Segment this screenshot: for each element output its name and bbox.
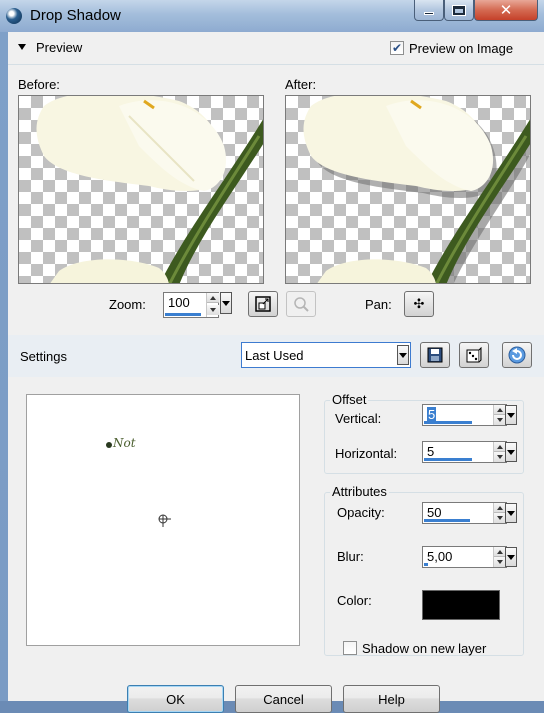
app-icon: [6, 8, 22, 24]
zoom-slider-bar[interactable]: [165, 313, 201, 316]
reset-button[interactable]: [502, 342, 532, 368]
zoom-value: 100: [168, 295, 190, 310]
zoom-preview-button[interactable]: [286, 291, 316, 317]
reset-arrow-icon: [508, 346, 526, 364]
blur-value: 5,00: [427, 549, 453, 564]
magnifier-icon: [294, 297, 309, 312]
after-flower-image: [303, 96, 530, 283]
vertical-input[interactable]: 5: [422, 404, 507, 426]
before-label: Before:: [18, 77, 60, 92]
preset-dropdown[interactable]: Last Used: [241, 342, 411, 368]
shadow-offset-canvas[interactable]: Not: [26, 394, 300, 646]
move-icon: ✣: [413, 296, 425, 311]
preview-on-image-label[interactable]: Preview on Image: [409, 41, 513, 56]
close-button[interactable]: ✕: [474, 0, 538, 21]
blur-dropdown-button[interactable]: [505, 547, 517, 567]
vertical-label: Vertical:: [335, 411, 382, 426]
zoom-to-fit-button[interactable]: [248, 291, 278, 317]
zoom-down-icon[interactable]: [207, 305, 219, 315]
floppy-disk-icon: [427, 347, 443, 363]
shadow-color-swatch[interactable]: [422, 590, 500, 620]
title-bar[interactable]: Drop Shadow ✕: [0, 0, 544, 32]
randomize-button[interactable]: [459, 342, 489, 368]
preview-label: Preview: [36, 40, 83, 55]
checkmark-icon: ✔: [391, 41, 403, 55]
vertical-dropdown-button[interactable]: [505, 405, 517, 425]
help-button[interactable]: Help: [343, 685, 440, 713]
preset-value: Last Used: [245, 348, 304, 363]
divider: [8, 64, 544, 65]
pan-button[interactable]: ✣: [404, 291, 434, 317]
zoom-spinner[interactable]: [206, 293, 219, 317]
opacity-label: Opacity:: [337, 505, 385, 520]
vertical-slider-bar[interactable]: [424, 421, 472, 424]
before-flower-image: [36, 96, 263, 283]
attributes-title: Attributes: [330, 484, 389, 499]
zoom-input[interactable]: 100: [163, 292, 219, 318]
horizontal-label: Horizontal:: [335, 446, 398, 461]
settings-label: Settings: [20, 349, 67, 364]
zoom-dropdown-button[interactable]: [220, 292, 232, 314]
after-label: After:: [285, 77, 317, 92]
after-preview-image[interactable]: [285, 95, 531, 284]
pan-label: Pan:: [365, 297, 392, 312]
zoom-label: Zoom:: [109, 297, 146, 312]
opacity-input[interactable]: 50: [422, 502, 507, 524]
dice-icon: [466, 347, 482, 363]
attributes-group: Attributes Opacity: 50 Blur: 5,00 Color:: [324, 484, 524, 656]
horizontal-value: 5: [427, 444, 435, 459]
window-title: Drop Shadow: [30, 7, 121, 24]
offset-title: Offset: [330, 392, 369, 407]
color-label: Color:: [337, 593, 372, 608]
horizontal-input[interactable]: 5: [422, 441, 507, 463]
preset-dropdown-arrow[interactable]: [397, 345, 409, 365]
cancel-button[interactable]: Cancel: [235, 685, 332, 713]
minimize-button[interactable]: [414, 0, 444, 21]
opacity-value: 50: [427, 505, 442, 520]
zoom-up-icon[interactable]: [207, 293, 219, 303]
vertical-value: 5: [427, 407, 437, 422]
preview-on-image-checkbox[interactable]: ✔: [390, 41, 404, 55]
horizontal-dropdown-button[interactable]: [505, 442, 517, 462]
shadow-on-new-layer-label[interactable]: Shadow on new layer: [362, 641, 486, 656]
blur-slider-bar[interactable]: [424, 563, 428, 566]
opacity-dropdown-button[interactable]: [505, 503, 517, 523]
horizontal-slider-bar[interactable]: [424, 458, 472, 461]
maximize-icon: [452, 4, 466, 16]
settings-bar: Settings Last Used: [8, 335, 544, 377]
dialog-body: Preview ✔ Preview on Image Before: After…: [8, 32, 544, 713]
blur-label: Blur:: [337, 549, 364, 564]
shadow-on-new-layer-checkbox[interactable]: [343, 641, 357, 655]
blur-input[interactable]: 5,00: [422, 546, 507, 568]
window-frame: Drop Shadow ✕ Preview ✔ Preview on Image…: [0, 0, 544, 713]
close-icon: ✕: [499, 2, 513, 19]
collapse-triangle-icon[interactable]: [18, 44, 26, 50]
maximize-button[interactable]: [444, 0, 474, 21]
canvas-graphic: Not: [106, 436, 171, 527]
save-preset-button[interactable]: [420, 342, 450, 368]
preview-section-header: Preview ✔ Preview on Image: [8, 37, 544, 59]
opacity-slider-bar[interactable]: [424, 519, 470, 522]
offset-group: Offset Vertical: 5 Horizontal: 5: [324, 392, 524, 474]
minimize-icon: [424, 11, 434, 15]
before-preview-image[interactable]: [18, 95, 264, 284]
zoom-fit-icon: [255, 296, 271, 312]
ok-button[interactable]: OK: [127, 685, 224, 713]
canvas-watermark: Not: [112, 436, 136, 450]
